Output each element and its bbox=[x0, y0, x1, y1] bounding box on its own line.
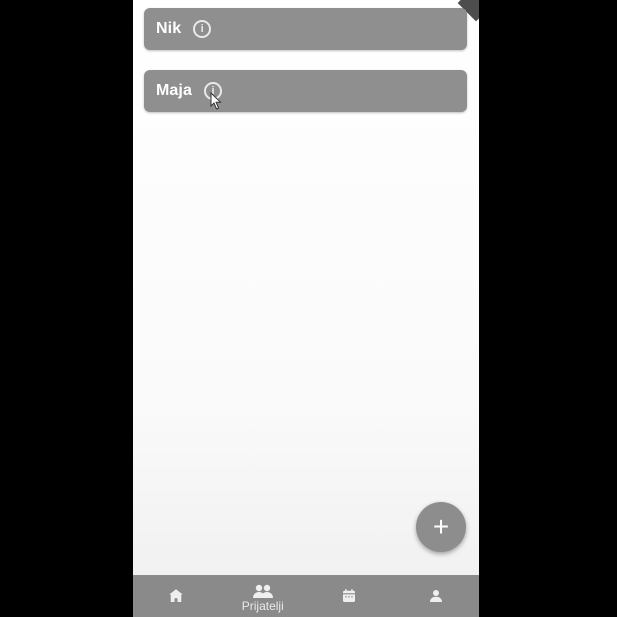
nav-profile[interactable] bbox=[393, 575, 480, 617]
nav-home[interactable] bbox=[133, 575, 220, 617]
nav-friends-label: Prijatelji bbox=[241, 598, 284, 613]
app-viewport: Nik i Maja i + Prijatelji bbox=[133, 0, 479, 617]
plus-icon: + bbox=[432, 511, 450, 542]
add-friend-button[interactable]: + bbox=[416, 502, 466, 552]
friends-list: Nik i Maja i bbox=[144, 8, 467, 132]
home-icon bbox=[169, 589, 183, 602]
person-icon bbox=[429, 590, 442, 602]
info-icon[interactable]: i bbox=[203, 82, 222, 100]
bottom-navigation: Prijatelji bbox=[133, 575, 479, 617]
nav-calendar[interactable] bbox=[306, 575, 393, 617]
info-icon[interactable]: i bbox=[193, 20, 212, 38]
list-item[interactable]: Nik i bbox=[144, 8, 467, 50]
screen: Nik i Maja i + Prijatelji bbox=[0, 0, 617, 617]
nav-friends[interactable]: Prijatelji bbox=[220, 574, 307, 617]
friend-name: Nik bbox=[156, 20, 182, 37]
people-icon bbox=[252, 584, 273, 598]
friend-name: Maja bbox=[156, 82, 192, 99]
list-item[interactable]: Maja i bbox=[144, 70, 467, 112]
calendar-icon bbox=[343, 589, 356, 602]
